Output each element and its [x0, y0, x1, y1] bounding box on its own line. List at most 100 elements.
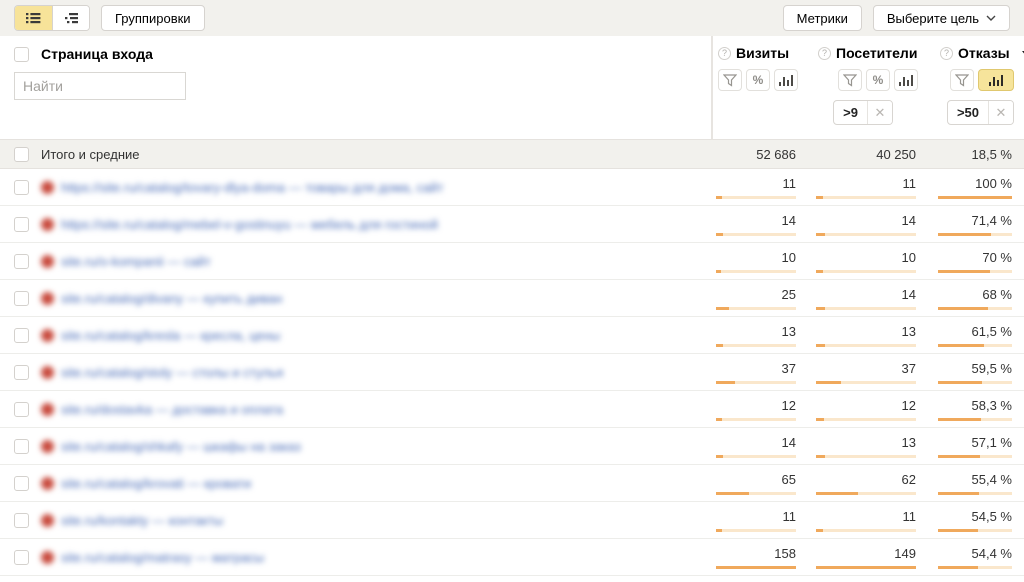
- bar-chart-icon: [899, 75, 913, 86]
- view-toggle: [14, 5, 90, 31]
- visits-value: 25: [716, 287, 796, 302]
- table-header: Страница входа ? Визиты ? Посетители ? О…: [0, 36, 1024, 139]
- table-row: site.ru/catalog/shkafy — шкафы на заказ …: [0, 428, 1024, 465]
- tree-view-button[interactable]: [52, 6, 89, 30]
- totals-bounce: 18,5 %: [938, 147, 1012, 162]
- visitors-cell: 149: [816, 546, 916, 569]
- table-row: site.ru/kontakty — контакты 11 11 54,5 %: [0, 502, 1024, 539]
- table-row: https://site.ru/catalog/tovary-dlya-doma…: [0, 169, 1024, 206]
- help-icon[interactable]: ?: [718, 47, 731, 60]
- visitors-value: 149: [816, 546, 916, 561]
- blurred-url: https://site.ru/catalog/mebel-v-gostinuy…: [41, 217, 438, 232]
- row-checkbox[interactable]: [14, 550, 29, 565]
- visitors-histogram-button[interactable]: [894, 69, 918, 91]
- row-checkbox[interactable]: [14, 328, 29, 343]
- blurred-url: site.ru/catalog/matrasy — матрасы: [41, 550, 264, 565]
- visitors-cell: 13: [816, 435, 916, 458]
- visits-value: 65: [716, 472, 796, 487]
- row-checkbox[interactable]: [14, 402, 29, 417]
- totals-checkbox[interactable]: [14, 147, 29, 162]
- row-checkbox[interactable]: [14, 217, 29, 232]
- column-label: Отказы: [958, 45, 1010, 61]
- visitors-value: 37: [816, 361, 916, 376]
- groupings-button[interactable]: Группировки: [101, 5, 205, 31]
- visits-percent-button[interactable]: %: [746, 69, 770, 91]
- row-checkbox[interactable]: [14, 513, 29, 528]
- bounce-cell: 54,5 %: [938, 509, 1012, 532]
- column-header-bounce[interactable]: ? Отказы: [940, 45, 1014, 61]
- row-checkbox[interactable]: [14, 439, 29, 454]
- bounce-filter-button[interactable]: [950, 69, 974, 91]
- bar-chart-icon: [989, 75, 1003, 86]
- visits-cell: 158: [716, 546, 796, 569]
- visits-bar: [716, 196, 796, 199]
- bounce-cell: 71,4 %: [938, 213, 1012, 236]
- visitors-bar: [816, 455, 916, 458]
- visits-bar: [716, 344, 796, 347]
- column-header-visitors[interactable]: ? Посетители: [818, 45, 918, 61]
- visits-value: 14: [716, 213, 796, 228]
- visits-histogram-button[interactable]: [774, 69, 798, 91]
- help-icon[interactable]: ?: [940, 47, 953, 60]
- row-checkbox[interactable]: [14, 180, 29, 195]
- entry-page-cell[interactable]: https://site.ru/catalog/mebel-v-gostinuy…: [35, 206, 493, 242]
- visitors-cell: 14: [816, 287, 916, 310]
- totals-visitors: 40 250: [816, 147, 916, 162]
- entry-page-cell[interactable]: https://site.ru/catalog/tovary-dlya-doma…: [35, 169, 493, 205]
- help-icon[interactable]: ?: [818, 47, 831, 60]
- funnel-icon: [955, 74, 969, 87]
- row-checkbox[interactable]: [14, 365, 29, 380]
- bounce-value: 59,5 %: [938, 361, 1012, 376]
- visitors-percent-button[interactable]: %: [866, 69, 890, 91]
- metrics-button[interactable]: Метрики: [783, 5, 862, 31]
- entry-page-cell[interactable]: site.ru/kontakty — контакты: [35, 502, 493, 538]
- visits-filter-button[interactable]: [718, 69, 742, 91]
- bounce-cell: 61,5 %: [938, 324, 1012, 347]
- entry-page-cell[interactable]: site.ru/catalog/divany — купить диван: [35, 280, 493, 316]
- blurred-url: site.ru/o-kompanii — сайт: [41, 254, 211, 269]
- entry-page-cell[interactable]: site.ru/catalog/matrasy — матрасы: [35, 539, 493, 575]
- visits-value: 13: [716, 324, 796, 339]
- entry-page-cell[interactable]: site.ru/catalog/shkafy — шкафы на заказ: [35, 428, 493, 464]
- visitors-value: 12: [816, 398, 916, 413]
- column-header-visits[interactable]: ? Визиты: [718, 45, 798, 61]
- visitors-cell: 14: [816, 213, 916, 236]
- visitors-filter-button[interactable]: [838, 69, 862, 91]
- entry-page-cell[interactable]: site.ru/catalog/kresla — кресла, цены: [35, 317, 493, 353]
- favicon-icon: [41, 551, 54, 564]
- remove-filter-button[interactable]: ✕: [867, 101, 892, 124]
- entry-page-link: site.ru/o-kompanii — сайт: [61, 254, 211, 269]
- bounce-bar: [938, 307, 1012, 310]
- entry-page-cell[interactable]: site.ru/catalog/stoly — столы и стулья: [35, 354, 493, 390]
- list-view-button[interactable]: [15, 6, 52, 30]
- table-body: https://site.ru/catalog/tovary-dlya-doma…: [0, 169, 1024, 576]
- row-checkbox[interactable]: [14, 476, 29, 491]
- visits-cell: 11: [716, 176, 796, 199]
- column-label: Визиты: [736, 45, 789, 61]
- entry-page-cell[interactable]: site.ru/catalog/krovati — кровати: [35, 465, 493, 501]
- search-input[interactable]: [14, 72, 186, 100]
- visits-bar: [716, 270, 796, 273]
- percent-icon: %: [873, 73, 884, 87]
- favicon-icon: [41, 514, 54, 527]
- select-all-checkbox[interactable]: [14, 47, 29, 62]
- remove-filter-button[interactable]: ✕: [988, 101, 1013, 124]
- entry-page-link: https://site.ru/catalog/tovary-dlya-doma…: [61, 180, 443, 195]
- favicon-icon: [41, 181, 54, 194]
- visitors-filter-chip: >9 ✕: [833, 100, 893, 125]
- visitors-value: 10: [816, 250, 916, 265]
- visits-value: 11: [716, 509, 796, 524]
- entry-page-link: site.ru/catalog/shkafy — шкафы на заказ: [61, 439, 301, 454]
- funnel-icon: [843, 74, 857, 87]
- list-view-icon: [26, 12, 41, 24]
- row-checkbox[interactable]: [14, 254, 29, 269]
- bounce-value: 55,4 %: [938, 472, 1012, 487]
- bounce-value: 61,5 %: [938, 324, 1012, 339]
- goal-select-button[interactable]: Выберите цель: [873, 5, 1010, 31]
- visits-value: 11: [716, 176, 796, 191]
- row-checkbox[interactable]: [14, 291, 29, 306]
- bounce-histogram-button[interactable]: [978, 69, 1014, 91]
- entry-page-cell[interactable]: site.ru/o-kompanii — сайт: [35, 243, 493, 279]
- entry-page-cell[interactable]: site.ru/dostavka — доставка и оплата: [35, 391, 493, 427]
- visits-bar: [716, 455, 796, 458]
